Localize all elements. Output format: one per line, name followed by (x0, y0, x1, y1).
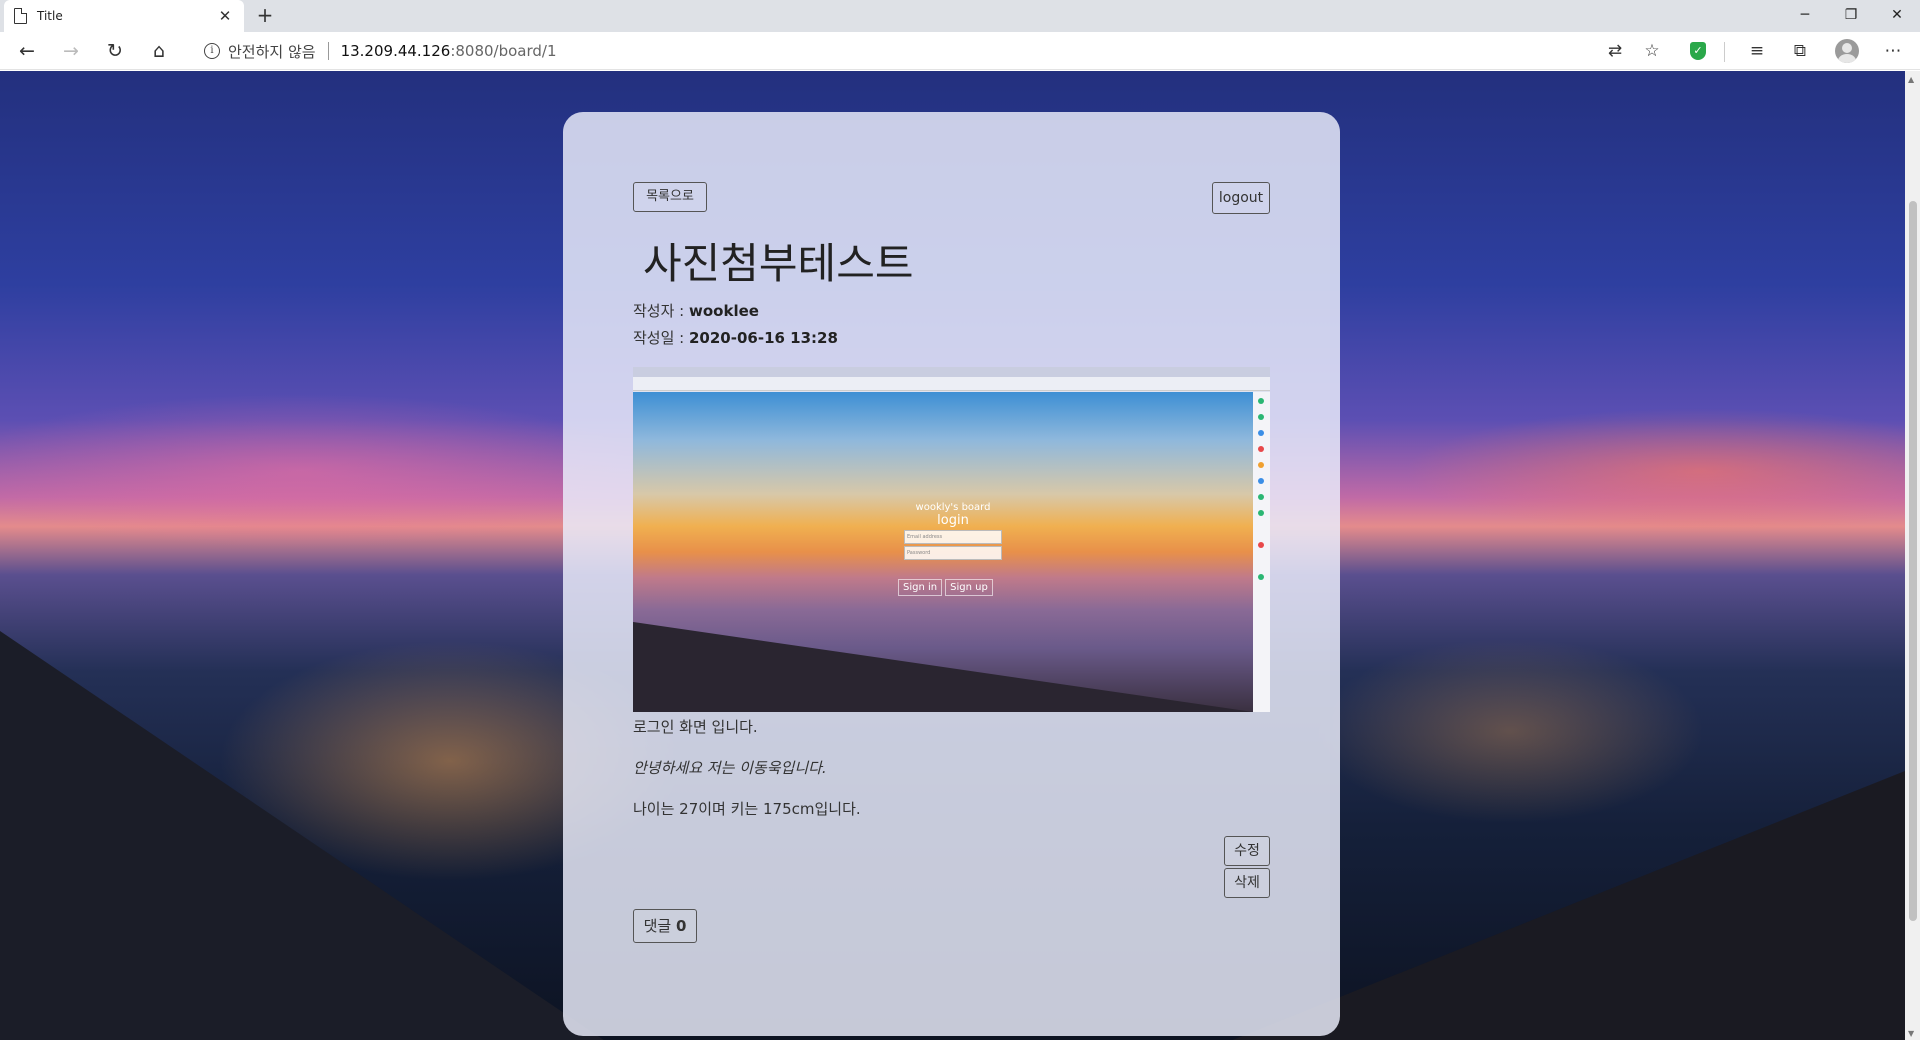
home-icon[interactable]: ⌂ (144, 36, 174, 66)
back-to-list-button[interactable]: 목록으로 (633, 182, 707, 212)
address-bar[interactable]: i 안전하지 않음 13.209.44.126:8080/board/1 (190, 36, 1660, 66)
favorite-star-icon[interactable]: ☆ (1637, 36, 1667, 66)
tab-title: Title (37, 9, 63, 23)
attached-image-sidebar (1253, 392, 1270, 712)
info-icon[interactable]: i (204, 43, 220, 59)
post-title: 사진첨부테스트 (643, 239, 914, 288)
new-tab-button[interactable]: + (252, 3, 278, 29)
profile-avatar[interactable] (1835, 39, 1859, 63)
comment-label: 댓글 (643, 917, 676, 935)
date-label: 작성일 : (633, 329, 689, 347)
post-content-line: 나이는 27이며 키는 175cm입니다. (633, 800, 861, 818)
comment-button[interactable]: 댓글 0 (633, 909, 697, 943)
attached-image-toolbar (633, 377, 1270, 391)
collections-icon[interactable]: ⧉ (1785, 36, 1815, 66)
author-name: wooklee (689, 302, 759, 320)
attached-heading: login (937, 513, 969, 528)
forward-icon[interactable]: → (56, 36, 86, 66)
attached-signup-button: Sign up (945, 579, 993, 596)
back-icon[interactable]: ← (12, 36, 42, 66)
security-status[interactable]: 안전하지 않음 (228, 41, 316, 62)
attached-brand: wookly's board (915, 502, 991, 513)
page-icon (14, 8, 27, 24)
post-card: 목록으로 logout 사진첨부테스트 작성자 : wooklee 작성일 : … (563, 112, 1340, 1036)
page-background: 목록으로 logout 사진첨부테스트 작성자 : wooklee 작성일 : … (0, 71, 1905, 1040)
minimize-button[interactable]: ─ (1782, 0, 1828, 32)
toolbar-divider (1724, 42, 1725, 62)
background-mountain-left (0, 631, 620, 1040)
favorites-list-icon[interactable]: ≡ (1742, 36, 1772, 66)
close-window-button[interactable]: ✕ (1874, 0, 1920, 32)
browser-tab[interactable]: Title ✕ (4, 0, 244, 32)
attached-password-field: Password (904, 546, 1002, 560)
attached-email-field: Email address (904, 530, 1002, 544)
attached-image-hill (633, 622, 1253, 712)
edit-button[interactable]: 수정 (1224, 836, 1270, 866)
shield-icon[interactable]: ✓ (1690, 42, 1706, 60)
post-content-line: 로그인 화면 입니다. (633, 718, 758, 736)
attached-image-tabbar (633, 367, 1270, 377)
scroll-up-icon[interactable]: ▲ (1908, 75, 1914, 84)
date-line: 작성일 : 2020-06-16 13:28 (633, 327, 838, 348)
delete-button[interactable]: 삭제 (1224, 868, 1270, 898)
url-path: :8080/board/1 (450, 42, 557, 60)
author-label: 작성자 : (633, 302, 689, 320)
scroll-down-icon[interactable]: ▼ (1908, 1029, 1914, 1038)
author-line: 작성자 : wooklee (633, 300, 759, 321)
logout-button[interactable]: logout (1212, 182, 1270, 214)
browser-toolbar: ← → ↻ ⌂ i 안전하지 않음 13.209.44.126:8080/boa… (0, 32, 1920, 70)
close-tab-icon[interactable]: ✕ (216, 7, 234, 25)
scrollbar-thumb[interactable] (1909, 201, 1917, 921)
more-menu-icon[interactable]: ⋯ (1878, 36, 1908, 66)
post-date: 2020-06-16 13:28 (689, 329, 838, 347)
page-scrollbar[interactable]: ▲ ▼ (1905, 71, 1920, 1040)
restore-button[interactable]: ❐ (1828, 0, 1874, 32)
attached-signin-button: Sign in (898, 579, 943, 596)
url-host: 13.209.44.126 (340, 42, 451, 60)
address-divider (327, 42, 329, 60)
post-content-line: 안녕하세요 저는 이동욱입니다. (633, 759, 827, 777)
attached-image: wookly's board login Email address Passw… (633, 367, 1270, 712)
attached-login-form: wookly's board login Email address Passw… (883, 502, 1023, 560)
comment-count: 0 (675, 917, 687, 935)
translate-icon[interactable]: ⇄ (1600, 36, 1630, 66)
tab-strip: Title ✕ + ─ ❐ ✕ (0, 0, 1920, 32)
refresh-icon[interactable]: ↻ (100, 36, 130, 66)
attached-buttons: Sign in Sign up (898, 579, 993, 596)
